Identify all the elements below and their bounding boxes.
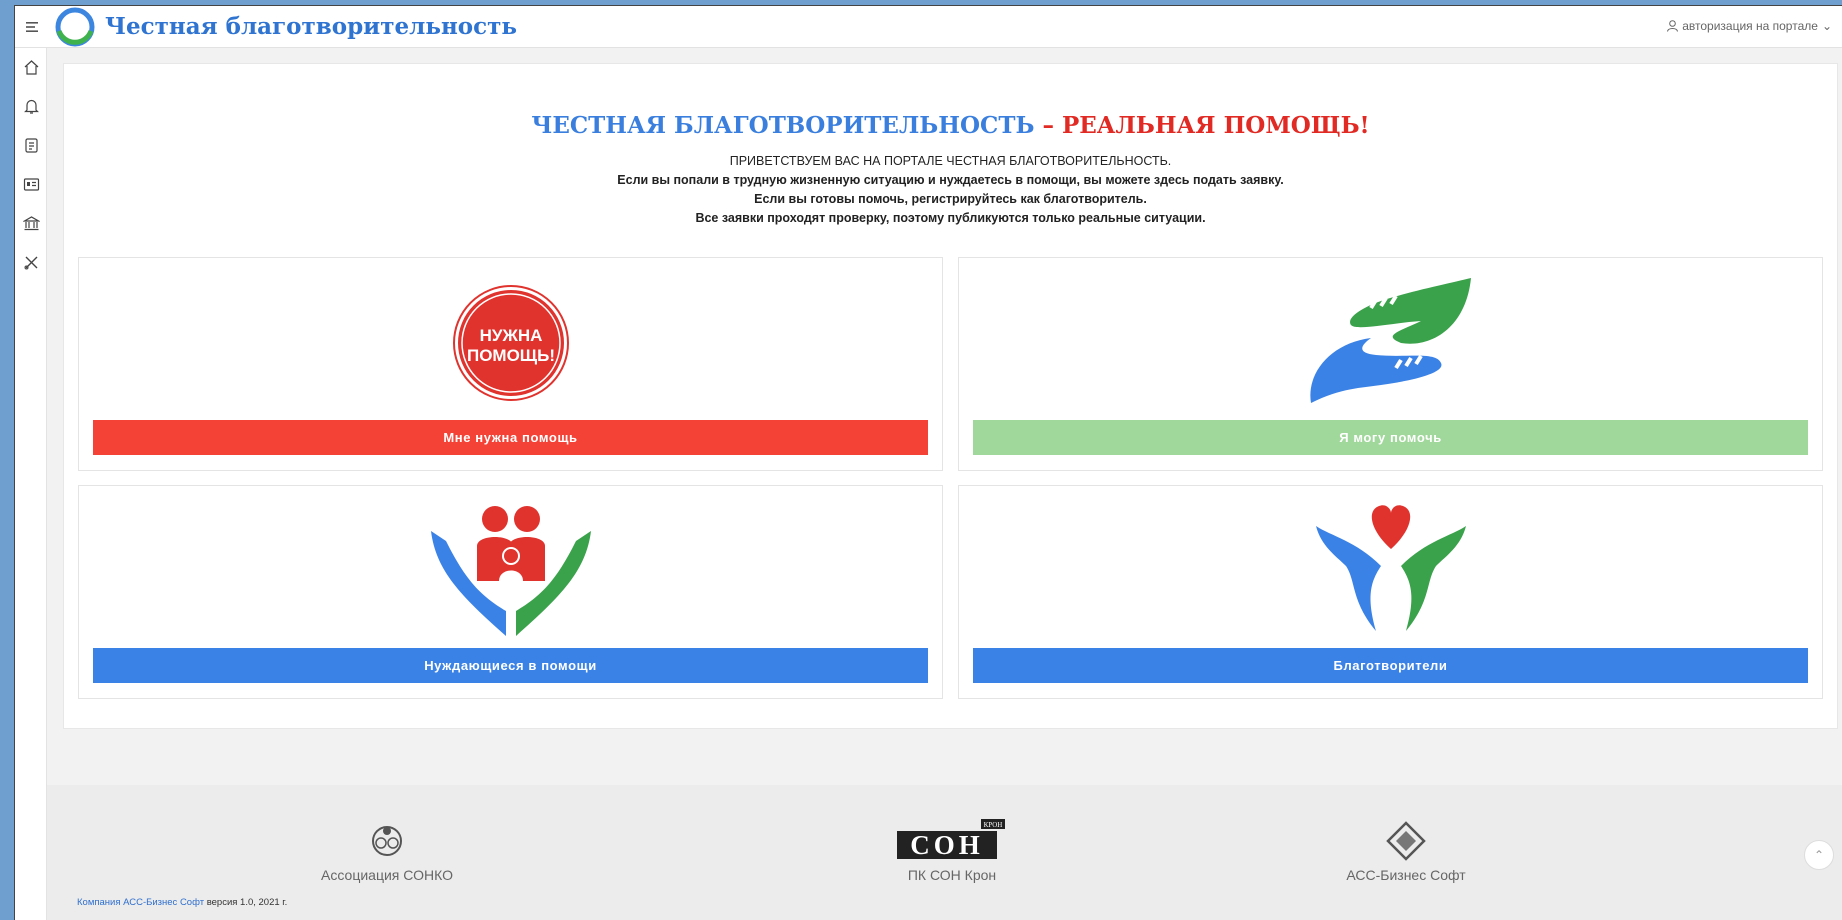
sidebar-item-profile[interactable]	[15, 165, 47, 204]
acc-logo-icon	[1386, 821, 1426, 861]
id-card-icon	[23, 178, 39, 191]
sonko-logo-icon	[372, 826, 402, 856]
intro-line: Если вы попали в трудную жизненную ситуа…	[617, 173, 1284, 187]
sidebar-item-documents[interactable]	[15, 126, 47, 165]
version-info: Компания АСС-Бизнес Софт версия 1.0, 202…	[77, 897, 287, 908]
needy-button[interactable]: Нуждающиеся в помощи	[93, 648, 928, 683]
bank-icon	[22, 216, 40, 231]
badge-line-1: НУЖНА	[479, 326, 542, 345]
need-help-button[interactable]: Мне нужна помощь	[93, 420, 928, 455]
footer-item-sonko[interactable]: Ассоциация СОНКО	[257, 807, 517, 883]
bell-icon	[23, 99, 39, 114]
sidebar-item-tools[interactable]	[15, 243, 47, 282]
hero-title-dash: –	[1034, 112, 1062, 139]
sidebar-item-notifications[interactable]	[15, 87, 47, 126]
son-kron-text: СОН	[910, 830, 984, 860]
son-kron-logo-icon: КРОН СОН	[897, 819, 1005, 860]
son-kron-badge: КРОН	[984, 821, 1003, 829]
action-cards: НУЖНА ПОМОЩЬ! Мне нужна помощь Я могу по…	[78, 257, 1823, 699]
app-window: Честная благотворительность авторизация …	[14, 5, 1842, 920]
footer-item-acc[interactable]: АСС-Бизнес Софт	[1276, 807, 1536, 883]
footer-acc-label: АСС-Бизнес Софт	[1346, 867, 1466, 883]
can-help-button[interactable]: Я могу помочь	[973, 420, 1808, 455]
chevron-up-icon: ⌃	[1813, 848, 1825, 862]
main-content: ЧЕСТНАЯ БЛАГОТВОРИТЕЛЬНОСТЬ – РЕАЛЬНАЯ П…	[63, 63, 1838, 729]
help-badge-icon: НУЖНА ПОМОЩЬ!	[452, 285, 569, 401]
chevron-down-icon: ⌄	[1821, 19, 1832, 33]
footer-item-son-kron[interactable]: КРОН СОН ПК СОН Крон	[822, 807, 1082, 883]
scroll-top-button[interactable]: ⌃	[1804, 840, 1834, 870]
benefactors-button[interactable]: Благотворители	[973, 648, 1808, 683]
card-can-help: Я могу помочь	[958, 257, 1823, 471]
family-in-hands-icon	[430, 506, 591, 636]
intro-line: ПРИВЕТСТВУЕМ ВАС НА ПОРТАЛЕ ЧЕСТНАЯ БЛАГ…	[729, 154, 1172, 168]
intro-text: ПРИВЕТСТВУЕМ ВАС НА ПОРТАЛЕ ЧЕСТНАЯ БЛАГ…	[64, 152, 1837, 228]
auth-label: авторизация на портале	[1682, 19, 1818, 33]
menu-toggle-icon[interactable]	[15, 6, 51, 48]
sidebar	[15, 48, 47, 920]
sidebar-item-home[interactable]	[15, 48, 47, 87]
intro-line: Все заявки проходят проверку, поэтому пу…	[695, 211, 1206, 225]
company-link[interactable]: Компания АСС-Бизнес Софт	[77, 897, 204, 908]
hero-title: ЧЕСТНАЯ БЛАГОТВОРИТЕЛЬНОСТЬ – РЕАЛЬНАЯ П…	[64, 112, 1837, 139]
intro-line: Если вы готовы помочь, регистрируйтесь к…	[754, 192, 1147, 206]
footer: Ассоциация СОНКО КРОН СОН ПК СОН Крон АС	[47, 785, 1842, 920]
top-bar: Честная благотворительность авторизация …	[15, 6, 1842, 48]
hero-title-red: РЕАЛЬНАЯ ПОМОЩЬ!	[1061, 112, 1370, 139]
badge-line-2: ПОМОЩЬ!	[466, 346, 554, 365]
hero-title-blue: ЧЕСТНАЯ БЛАГОТВОРИТЕЛЬНОСТЬ	[531, 112, 1035, 139]
helping-hands-icon	[1309, 278, 1471, 403]
sidebar-item-organizations[interactable]	[15, 204, 47, 243]
footer-sonko-label: Ассоциация СОНКО	[321, 867, 453, 883]
document-icon	[24, 138, 38, 153]
heart-in-hands-icon	[1315, 505, 1466, 631]
auth-link[interactable]: авторизация на портале ⌄	[1667, 19, 1832, 33]
footer-son-kron-label: ПК СОН Крон	[907, 867, 997, 883]
app-title[interactable]: Честная благотворительность	[105, 13, 517, 40]
version-text: версия 1.0, 2021 г.	[206, 897, 288, 908]
home-icon	[24, 60, 38, 75]
card-benefactors: Благотворители	[958, 485, 1823, 699]
logo-icon	[55, 7, 95, 46]
card-needy: Нуждающиеся в помощи	[78, 485, 943, 699]
user-icon	[1667, 20, 1679, 32]
tools-icon	[24, 256, 37, 270]
card-need-help: НУЖНА ПОМОЩЬ! Мне нужна помощь	[78, 257, 943, 471]
